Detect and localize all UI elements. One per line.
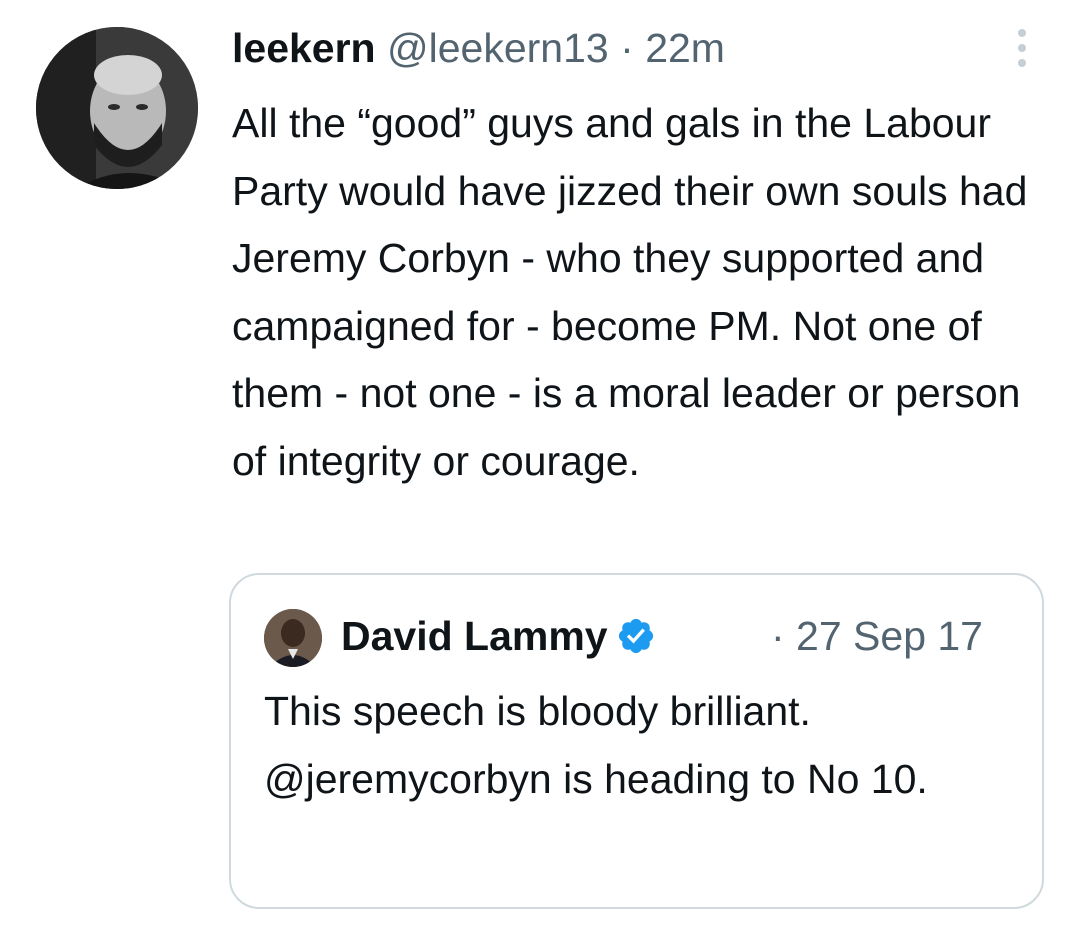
tweet-text: All the “good” guys and gals in the Labo… — [232, 100, 1028, 484]
author-avatar[interactable] — [36, 27, 198, 189]
quoted-tweet[interactable]: David Lammy · 27 Sep 17 This speech is b… — [229, 573, 1044, 909]
verified-badge-icon — [616, 616, 656, 656]
quoted-tweet-text: This speech is bloody brilliant. @jeremy… — [264, 688, 928, 802]
quoted-tweet-timestamp[interactable]: · 27 Sep 17 — [771, 609, 983, 663]
profile-photo-icon — [36, 27, 198, 189]
profile-photo-icon — [264, 609, 322, 667]
author-handle[interactable]: @leekern13 — [387, 25, 609, 71]
quoted-author-avatar[interactable] — [264, 609, 322, 667]
more-options-icon[interactable] — [1008, 24, 1036, 72]
separator-dot: · — [620, 25, 634, 71]
quoted-tweet-header: David Lammy — [341, 609, 656, 663]
tweet-header: leekern @leekern13 · 22m — [232, 22, 725, 74]
tweet-timestamp[interactable]: 22m — [645, 25, 725, 71]
quoted-author-name[interactable]: David Lammy — [341, 609, 608, 663]
author-name[interactable]: leekern — [232, 25, 376, 71]
tweet-card[interactable]: leekern @leekern13 · 22m All the “good” … — [0, 0, 1080, 934]
